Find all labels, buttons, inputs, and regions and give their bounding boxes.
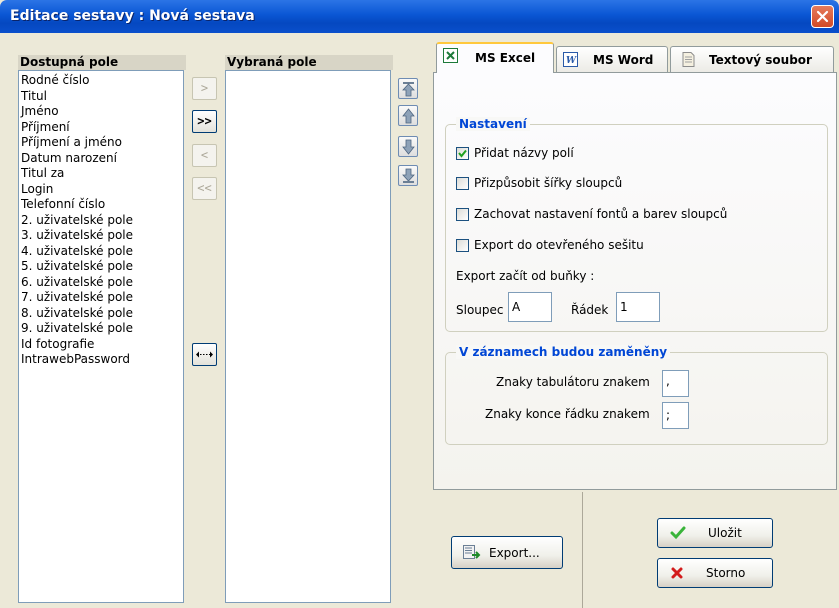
list-item[interactable]: Titul <box>21 89 183 105</box>
arrow-top-icon <box>402 82 415 97</box>
add-field-names-label: Přidat názvy polí <box>474 146 574 160</box>
list-item[interactable]: 2. uživatelské pole <box>21 213 183 229</box>
add-field-button[interactable]: > <box>192 77 217 100</box>
list-item[interactable]: 8. uživatelské pole <box>21 306 183 322</box>
tab-text-file[interactable]: Textový soubor <box>670 46 834 72</box>
add-all-fields-button[interactable]: >> <box>192 110 217 133</box>
remove-all-fields-button[interactable]: << <box>192 177 217 200</box>
list-item[interactable]: IntrawebPassword <box>21 352 183 368</box>
keep-fonts-label: Zachovat nastavení fontů a barev sloupců <box>474 207 728 221</box>
tab-label: MS Word <box>593 53 654 67</box>
list-item[interactable]: Titul za <box>21 166 183 182</box>
list-item[interactable]: 4. uživatelské pole <box>21 244 183 260</box>
row-label: Řádek <box>571 303 609 317</box>
settings-group-title: Nastavení <box>456 117 530 131</box>
dialog-window: Editace sestavy : Nová sestava Dostupná … <box>0 0 839 608</box>
fit-column-widths-label: Přizpůsobit šířky sloupců <box>474 176 623 190</box>
separator <box>582 492 583 608</box>
text-file-icon <box>682 52 695 67</box>
list-item[interactable]: Jméno <box>21 104 183 120</box>
close-icon <box>671 567 683 579</box>
tab-ms-word[interactable]: W MS Word <box>556 46 668 72</box>
keep-fonts-checkbox[interactable] <box>456 208 469 221</box>
close-icon <box>816 10 829 23</box>
list-item[interactable]: 7. uživatelské pole <box>21 290 183 306</box>
newline-replace-label: Znaky konce řádku znakem <box>485 407 650 421</box>
list-item[interactable]: 5. uživatelské pole <box>21 259 183 275</box>
tab-replace-label: Znaky tabulátoru znakem <box>496 375 650 389</box>
save-button-label: Uložit <box>708 526 742 540</box>
export-button[interactable]: Export... <box>451 536 563 569</box>
add-field-names-checkbox[interactable] <box>456 147 469 160</box>
close-button[interactable] <box>811 5 834 28</box>
selected-fields-header: Vybraná pole <box>225 55 393 70</box>
window-title: Editace sestavy : Nová sestava <box>10 8 255 24</box>
column-label: Sloupec <box>456 303 504 317</box>
list-item[interactable]: 3. uživatelské pole <box>21 228 183 244</box>
swap-lists-button[interactable] <box>192 343 217 366</box>
export-button-label: Export... <box>489 546 540 560</box>
column-input[interactable]: A <box>508 292 552 322</box>
word-icon: W <box>563 52 578 67</box>
list-item[interactable]: 9. uživatelské pole <box>21 321 183 337</box>
remove-field-button[interactable]: < <box>192 144 217 167</box>
list-item[interactable]: Příjmení a jméno <box>21 135 183 151</box>
export-open-workbook-checkbox[interactable] <box>456 239 469 252</box>
start-cell-label: Export začít od buňky : <box>456 269 595 283</box>
available-fields-header: Dostupná pole <box>18 55 186 70</box>
list-item[interactable]: Id fotografie <box>21 337 183 353</box>
arrow-bottom-icon <box>402 168 415 183</box>
selected-fields-list[interactable] <box>225 70 391 603</box>
row-input[interactable]: 1 <box>616 292 660 322</box>
fit-column-widths-checkbox[interactable] <box>456 177 469 190</box>
svg-text:W: W <box>566 56 577 66</box>
tab-ms-excel[interactable]: MS Excel <box>436 42 554 73</box>
cancel-button-label: Storno <box>706 566 746 580</box>
list-item[interactable]: 6. uživatelské pole <box>21 275 183 291</box>
save-button[interactable]: Uložit <box>657 518 773 548</box>
list-item[interactable]: Telefonní číslo <box>21 197 183 213</box>
checkmark-icon <box>458 149 467 158</box>
title-bar[interactable]: Editace sestavy : Nová sestava <box>0 0 839 33</box>
list-item[interactable]: Rodné číslo <box>21 73 183 89</box>
list-item[interactable]: Login <box>21 182 183 198</box>
export-open-workbook-label: Export do otevřeného sešitu <box>474 238 644 252</box>
move-up-button[interactable] <box>398 105 418 126</box>
tab-label: Textový soubor <box>709 53 812 67</box>
move-bottom-button[interactable] <box>398 165 418 186</box>
swap-arrows-icon <box>196 351 213 358</box>
cancel-button[interactable]: Storno <box>657 558 773 588</box>
list-item[interactable]: Příjmení <box>21 120 183 136</box>
arrow-down-icon <box>402 139 415 155</box>
checkmark-icon <box>670 526 686 540</box>
arrow-up-icon <box>402 108 415 124</box>
move-top-button[interactable] <box>398 78 418 99</box>
excel-icon <box>443 48 458 63</box>
move-down-button[interactable] <box>398 136 418 157</box>
tab-label: MS Excel <box>475 51 536 65</box>
list-item[interactable]: Datum narození <box>21 151 183 167</box>
tab-panel-ms-excel: Nastavení Přidat názvy polí Přizpůsobit … <box>433 72 837 490</box>
available-fields-list[interactable]: Rodné číslo Titul Jméno Příjmení Příjmení a … <box>18 70 184 603</box>
tab-replace-input[interactable]: , <box>662 370 689 397</box>
newline-replace-input[interactable]: ; <box>662 402 689 429</box>
replace-group <box>445 352 828 445</box>
replace-group-title: V záznamech budou zaměněny <box>456 345 671 359</box>
export-icon <box>463 545 481 559</box>
